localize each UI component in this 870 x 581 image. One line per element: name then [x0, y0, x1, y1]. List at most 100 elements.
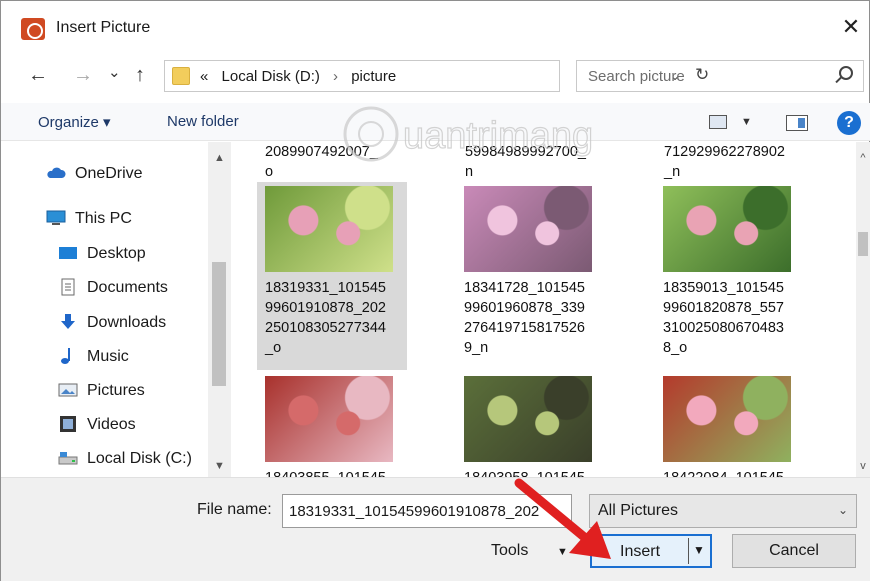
title-bar: Insert Picture ✕ [1, 1, 870, 53]
partial-file-name[interactable]: 2089907492007_ o [265, 142, 405, 182]
insert-dropdown-icon[interactable]: ▼ [693, 543, 705, 557]
image-thumbnail[interactable] [464, 186, 592, 272]
file-name-line: 9_n [464, 340, 489, 356]
image-thumbnail[interactable] [265, 376, 393, 462]
dialog-footer: File name: 18319331_10154599601910878_20… [1, 477, 870, 581]
file-tile[interactable]: 18319331_101545 99601910878_202 2501083052… [257, 182, 407, 370]
change-view-icon[interactable] [709, 115, 727, 129]
navigation-pane: OneDrive This PC Desktop Documents Downl… [2, 142, 231, 477]
file-list: 2089907492007_ o 59984989992700_ n 7129299… [241, 142, 856, 477]
scroll-down-icon[interactable]: ▼ [208, 456, 231, 476]
image-thumbnail[interactable] [464, 376, 592, 462]
dialog-title: Insert Picture [56, 19, 151, 36]
cloud-icon [47, 167, 66, 178]
file-name: 18403958_101545 [464, 468, 604, 477]
up-arrow-icon[interactable]: ↑ [135, 61, 145, 89]
file-name-line: 18422084_101545 [663, 468, 803, 477]
file-name: 18319331_101545 99601910878_202 2501083052… [265, 278, 405, 358]
sidebar-item-label: Documents [87, 279, 168, 296]
sidebar-item-label: Desktop [87, 245, 146, 262]
file-tile[interactable]: 18403958_101545 [456, 372, 606, 477]
new-folder-button[interactable]: New folder [167, 113, 239, 130]
partial-file-name[interactable]: 59984989992700_ n [465, 142, 605, 182]
back-arrow-icon[interactable]: ← [28, 61, 48, 89]
scroll-up-icon[interactable]: ▲ [208, 148, 231, 168]
view-options-dropdown-icon[interactable]: ▼ [741, 116, 752, 128]
cancel-button[interactable]: Cancel [732, 534, 856, 568]
desktop-icon [59, 247, 77, 259]
chevron-down-icon: ⌄ [837, 503, 848, 517]
tools-button[interactable]: Tools [491, 542, 528, 560]
search-icon[interactable] [839, 66, 853, 80]
scroll-up-icon[interactable]: ^ [856, 148, 870, 168]
address-bar[interactable]: « Local Disk (D:) › picture ⌄ ↻ [164, 60, 709, 92]
breadcrumb-local-disk-d[interactable]: Local Disk (D:) [222, 68, 320, 85]
sidebar-item-label: OneDrive [75, 165, 143, 182]
sidebar-item-label: Local Disk (C:) [87, 450, 192, 467]
breadcrumb-overflow[interactable]: « [200, 68, 208, 85]
navigation-pane-scrollbar[interactable]: ▲ ▼ [208, 142, 231, 477]
file-name-line: 99601910878_202 [265, 300, 386, 316]
image-thumbnail[interactable] [663, 376, 791, 462]
file-type-filter[interactable]: All Pictures ⌄ [589, 494, 857, 528]
recent-locations-icon[interactable]: ⌄ [108, 59, 121, 87]
file-name-line: 276419715817526 [464, 320, 585, 336]
powerpoint-app-icon [21, 18, 45, 40]
breadcrumb-picture[interactable]: picture [351, 68, 396, 85]
partial-file-name[interactable]: 712929962278902 _n [664, 142, 804, 182]
file-tile[interactable]: 18341728_101545 99601960878_339 2764197158… [456, 182, 606, 370]
drive-icon [58, 452, 78, 465]
file-name-line: _o [265, 340, 282, 356]
sidebar-item-label: This PC [75, 210, 132, 227]
download-icon [61, 314, 75, 329]
navigation-bar: ← → ⌄ ↑ « Local Disk (D:) › picture ⌄ ↻ … [1, 57, 870, 95]
search-box[interactable]: Search picture [576, 60, 864, 92]
file-name-line: 18359013_101545 [663, 280, 784, 296]
forward-arrow-icon[interactable]: → [73, 61, 93, 89]
sidebar-item-label: Music [87, 348, 129, 365]
organize-button[interactable]: Organize ▾ [38, 113, 111, 131]
breadcrumb-separator[interactable]: › [333, 68, 338, 85]
close-button[interactable]: ✕ [837, 13, 865, 41]
videos-icon [60, 416, 76, 432]
file-name-line: 18403855_101545 [265, 468, 405, 477]
scroll-down-icon[interactable]: v [856, 456, 870, 476]
document-icon [61, 278, 75, 296]
scrollbar-thumb[interactable] [858, 232, 868, 256]
tools-dropdown-icon[interactable]: ▼ [557, 546, 568, 558]
breadcrumb: « Local Disk (D:) › picture [200, 68, 396, 85]
file-tile[interactable]: 18422084_101545 [655, 372, 805, 477]
file-name-line: 99601960878_339 [464, 300, 585, 316]
file-name-line: 99601820878_557 [663, 300, 784, 316]
command-toolbar: Organize ▾ New folder ▼ ? [1, 103, 870, 141]
file-name-line: 18403958_101545 [464, 468, 604, 477]
pictures-icon [58, 383, 78, 397]
file-name-input[interactable]: 18319331_10154599601910878_202 [282, 494, 572, 528]
image-thumbnail[interactable] [663, 186, 791, 272]
help-icon[interactable]: ? [837, 111, 861, 135]
insert-split-divider [688, 538, 689, 564]
image-thumbnail[interactable] [265, 186, 393, 272]
scrollbar-thumb[interactable] [212, 262, 226, 386]
file-list-scrollbar[interactable]: ^ v [856, 142, 870, 477]
music-icon [61, 348, 70, 364]
file-tile[interactable]: 18403855_101545 [257, 372, 407, 477]
computer-icon [46, 210, 66, 225]
file-name-line: 18341728_101545 [464, 280, 585, 296]
file-name-line: 250108305277344 [265, 320, 386, 336]
file-name-line: 18319331_101545 [265, 280, 386, 296]
insert-button-label: Insert [620, 543, 661, 560]
folder-icon [172, 67, 190, 85]
file-name-line: 310025080670483 [663, 320, 784, 336]
insert-picture-dialog: Insert Picture ✕ ← → ⌄ ↑ « Local Disk (D… [0, 0, 870, 581]
file-name: 18403855_101545 [265, 468, 405, 477]
file-name: 18422084_101545 [663, 468, 803, 477]
file-type-filter-value: All Pictures [598, 502, 679, 519]
file-name: 18359013_101545 99601820878_557 3100250806… [663, 278, 803, 358]
preview-pane-icon[interactable] [786, 115, 808, 131]
sidebar-item-label: Videos [87, 416, 136, 433]
file-tile[interactable]: 18359013_101545 99601820878_557 3100250806… [655, 182, 805, 370]
insert-button[interactable]: Insert ▼ [590, 534, 712, 568]
sidebar-item-label: Downloads [87, 314, 167, 331]
sidebar-item-label: Pictures [87, 382, 145, 399]
